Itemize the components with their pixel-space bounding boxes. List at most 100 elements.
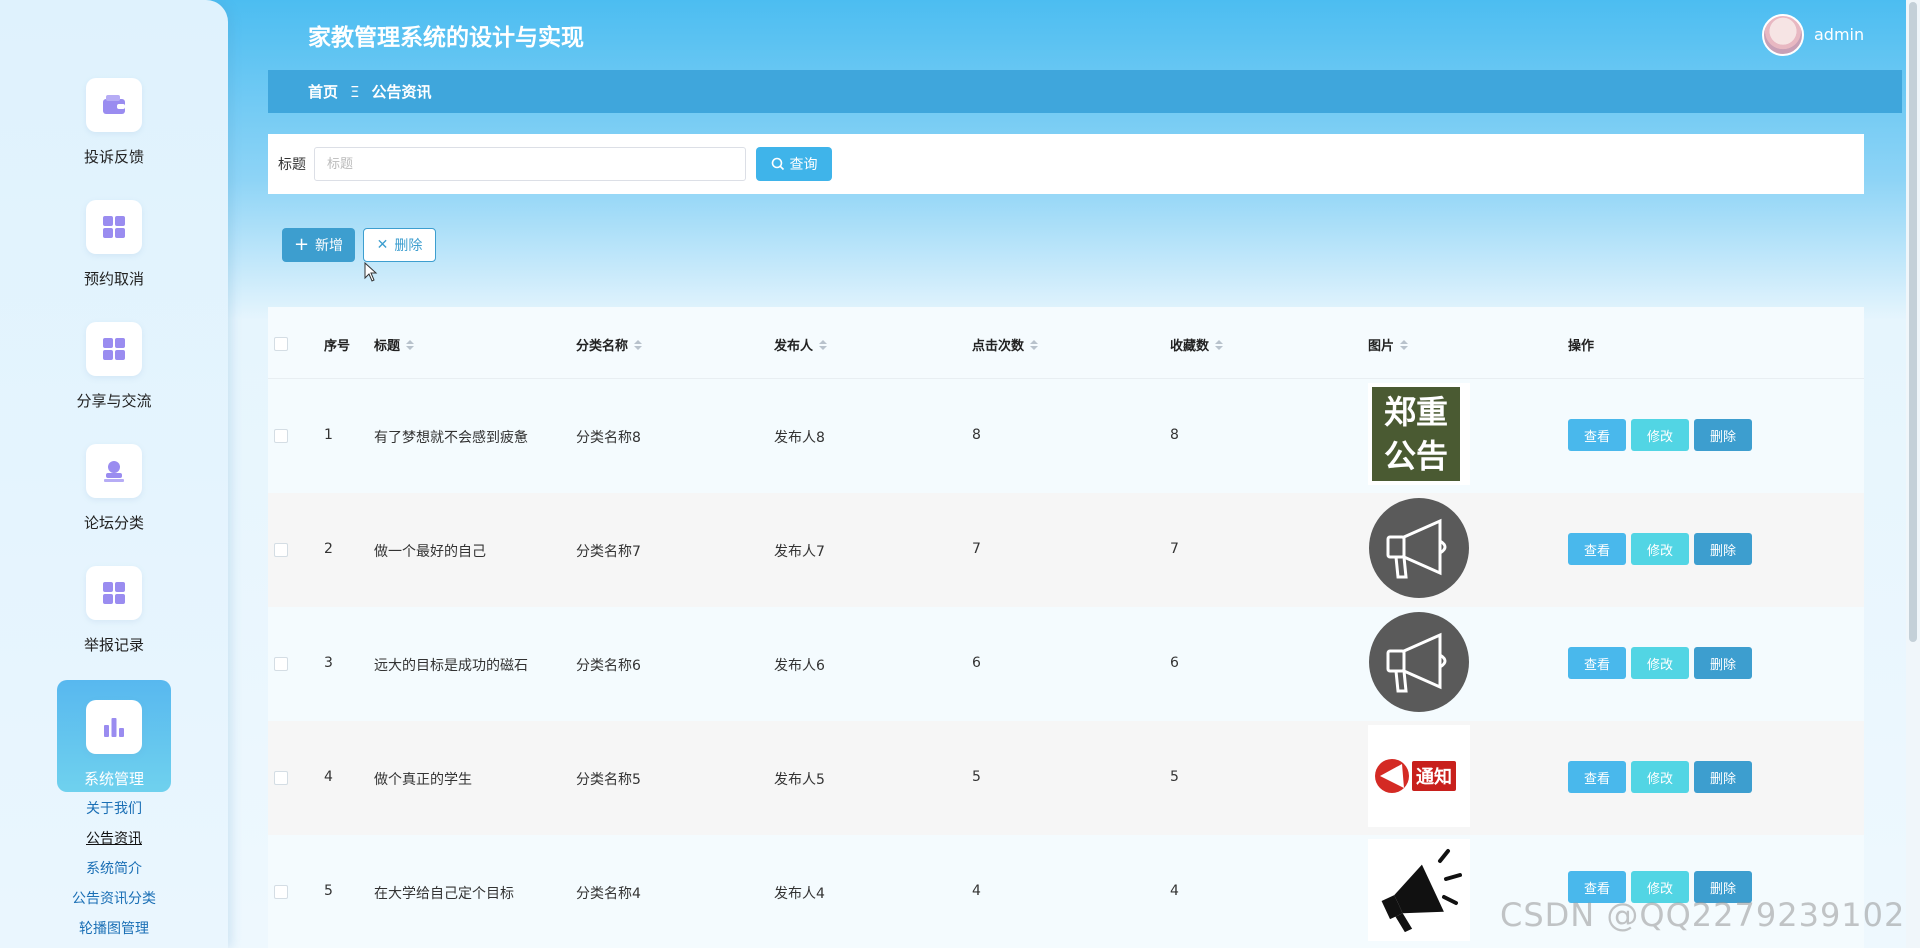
announcement-image[interactable]: [1368, 497, 1470, 599]
row-clicks: 5: [972, 769, 981, 785]
add-button-label: 新增: [315, 238, 344, 254]
table-row: 1 有了梦想就不会感到疲惫 分类名称8 发布人8 8 8 郑重 公告 查看 修改…: [268, 379, 1864, 493]
row-publisher: 发布人4: [774, 886, 825, 902]
image-text: 通知: [1412, 761, 1456, 791]
batch-delete-button-label: 删除: [394, 238, 423, 254]
sidebar-item-forum-category[interactable]: 论坛分类: [57, 424, 171, 536]
sort-icon[interactable]: [1030, 339, 1039, 350]
column-header-title[interactable]: 标题: [374, 335, 415, 354]
row-clicks: 6: [972, 655, 981, 671]
sort-icon[interactable]: [1215, 339, 1224, 350]
row-checkbox[interactable]: [274, 429, 288, 443]
row-title: 远大的目标是成功的磁石: [374, 658, 528, 674]
view-button[interactable]: 查看: [1568, 647, 1626, 679]
row-publisher: 发布人8: [774, 430, 825, 446]
row-favorites: 7: [1170, 541, 1179, 557]
avatar[interactable]: [1762, 14, 1804, 56]
view-button[interactable]: 查看: [1568, 761, 1626, 793]
sidebar-item-label: 举报记录: [83, 636, 144, 654]
delete-button[interactable]: 删除: [1694, 761, 1752, 793]
sidebar-item-reports[interactable]: 举报记录: [57, 546, 171, 658]
breadcrumb-home[interactable]: 首页: [308, 81, 338, 102]
row-publisher: 发布人5: [774, 772, 825, 788]
column-header-publisher[interactable]: 发布人: [774, 335, 828, 354]
row-category: 分类名称8: [576, 430, 641, 446]
table-row: 4 做个真正的学生 分类名称5 发布人5 5 5 通知 查看 修改 删除: [268, 721, 1864, 835]
breadcrumb-current: 公告资讯: [371, 83, 432, 101]
add-button[interactable]: + 新增: [282, 228, 355, 262]
sidebar-item-complaints[interactable]: 投诉反馈: [57, 58, 171, 170]
page-scrollbar[interactable]: [1906, 0, 1920, 948]
sort-icon[interactable]: [634, 339, 643, 350]
row-index: 4: [324, 769, 333, 785]
submenu-system-intro[interactable]: 系统简介: [0, 858, 228, 878]
query-button-label: 查询: [789, 157, 818, 173]
row-title: 有了梦想就不会感到疲惫: [374, 430, 528, 446]
announcement-image[interactable]: 通知: [1368, 725, 1470, 827]
search-input[interactable]: [314, 147, 746, 181]
announcements-table: 序号 标题 分类名称 发布人 点击次数 收藏数 图片 操作 1 有了梦想就不会感…: [268, 307, 1864, 948]
row-title: 做一个最好的自己: [374, 544, 486, 560]
submenu-announcements[interactable]: 公告资讯: [0, 828, 228, 848]
row-checkbox[interactable]: [274, 771, 288, 785]
sort-icon[interactable]: [819, 339, 828, 350]
grid-icon: [86, 322, 142, 376]
column-header-actions: 操作: [1568, 339, 1595, 354]
notice-megaphone-icon: [1375, 759, 1409, 793]
edit-button[interactable]: 修改: [1631, 647, 1689, 679]
edit-button[interactable]: 修改: [1631, 761, 1689, 793]
wallet-icon: [86, 78, 142, 132]
watermark: CSDN @QQ2279239102: [1500, 896, 1906, 934]
table-row: 3 远大的目标是成功的磁石 分类名称6 发布人6 6 6 查看 修改 删除: [268, 607, 1864, 721]
row-publisher: 发布人7: [774, 544, 825, 560]
row-index: 2: [324, 541, 333, 557]
search-icon: [771, 157, 784, 171]
sidebar: 投诉反馈 预约取消 分享与交流 论坛分类 举报记录 系统管理 关于我们 公告资讯…: [0, 0, 228, 948]
column-header-image[interactable]: 图片: [1368, 335, 1409, 354]
delete-button[interactable]: 删除: [1694, 533, 1752, 565]
column-header-favorites[interactable]: 收藏数: [1170, 335, 1224, 354]
row-favorites: 5: [1170, 769, 1179, 785]
sidebar-item-cancel-appointment[interactable]: 预约取消: [57, 180, 171, 292]
edit-button[interactable]: 修改: [1631, 533, 1689, 565]
column-header-category[interactable]: 分类名称: [576, 335, 643, 354]
query-button[interactable]: 查询: [756, 147, 832, 181]
submenu-announcement-categories[interactable]: 公告资讯分类: [0, 888, 228, 908]
row-checkbox[interactable]: [274, 543, 288, 557]
edit-button[interactable]: 修改: [1631, 419, 1689, 451]
row-checkbox[interactable]: [274, 885, 288, 899]
column-header-index: 序号: [324, 339, 351, 354]
app-title: 家教管理系统的设计与实现: [308, 25, 584, 51]
select-all-checkbox[interactable]: [274, 337, 288, 351]
view-button[interactable]: 查看: [1568, 533, 1626, 565]
username[interactable]: admin: [1814, 25, 1864, 44]
delete-button[interactable]: 删除: [1694, 419, 1752, 451]
announcement-image[interactable]: 郑重 公告: [1368, 383, 1470, 485]
view-button[interactable]: 查看: [1568, 419, 1626, 451]
sidebar-item-label: 论坛分类: [83, 514, 144, 532]
submenu-carousel[interactable]: 轮播图管理: [0, 918, 228, 938]
bar-chart-icon: [86, 700, 142, 754]
plus-icon: +: [293, 234, 310, 255]
row-category: 分类名称7: [576, 544, 641, 560]
sidebar-item-share[interactable]: 分享与交流: [57, 302, 171, 414]
row-clicks: 8: [972, 427, 981, 443]
row-clicks: 4: [972, 883, 981, 899]
sort-icon[interactable]: [1400, 339, 1409, 350]
breadcrumb-separator-icon: Ξ: [350, 82, 360, 101]
column-header-clicks[interactable]: 点击次数: [972, 335, 1039, 354]
batch-delete-button[interactable]: ✕ 删除: [363, 228, 436, 262]
scrollbar-thumb[interactable]: [1909, 2, 1917, 642]
announcement-image[interactable]: [1368, 611, 1470, 713]
close-icon: ✕: [376, 237, 389, 253]
user-stamp-icon: [86, 444, 142, 498]
delete-button[interactable]: 删除: [1694, 647, 1752, 679]
sidebar-item-label: 系统管理: [83, 770, 144, 788]
row-checkbox[interactable]: [274, 657, 288, 671]
submenu-about-us[interactable]: 关于我们: [0, 798, 228, 818]
sidebar-item-system-management[interactable]: 系统管理: [57, 680, 171, 792]
sort-icon[interactable]: [406, 339, 415, 350]
announcement-image[interactable]: [1368, 839, 1470, 941]
table-row: 2 做一个最好的自己 分类名称7 发布人7 7 7 查看 修改 删除: [268, 493, 1864, 607]
search-label: 标题: [278, 157, 306, 173]
